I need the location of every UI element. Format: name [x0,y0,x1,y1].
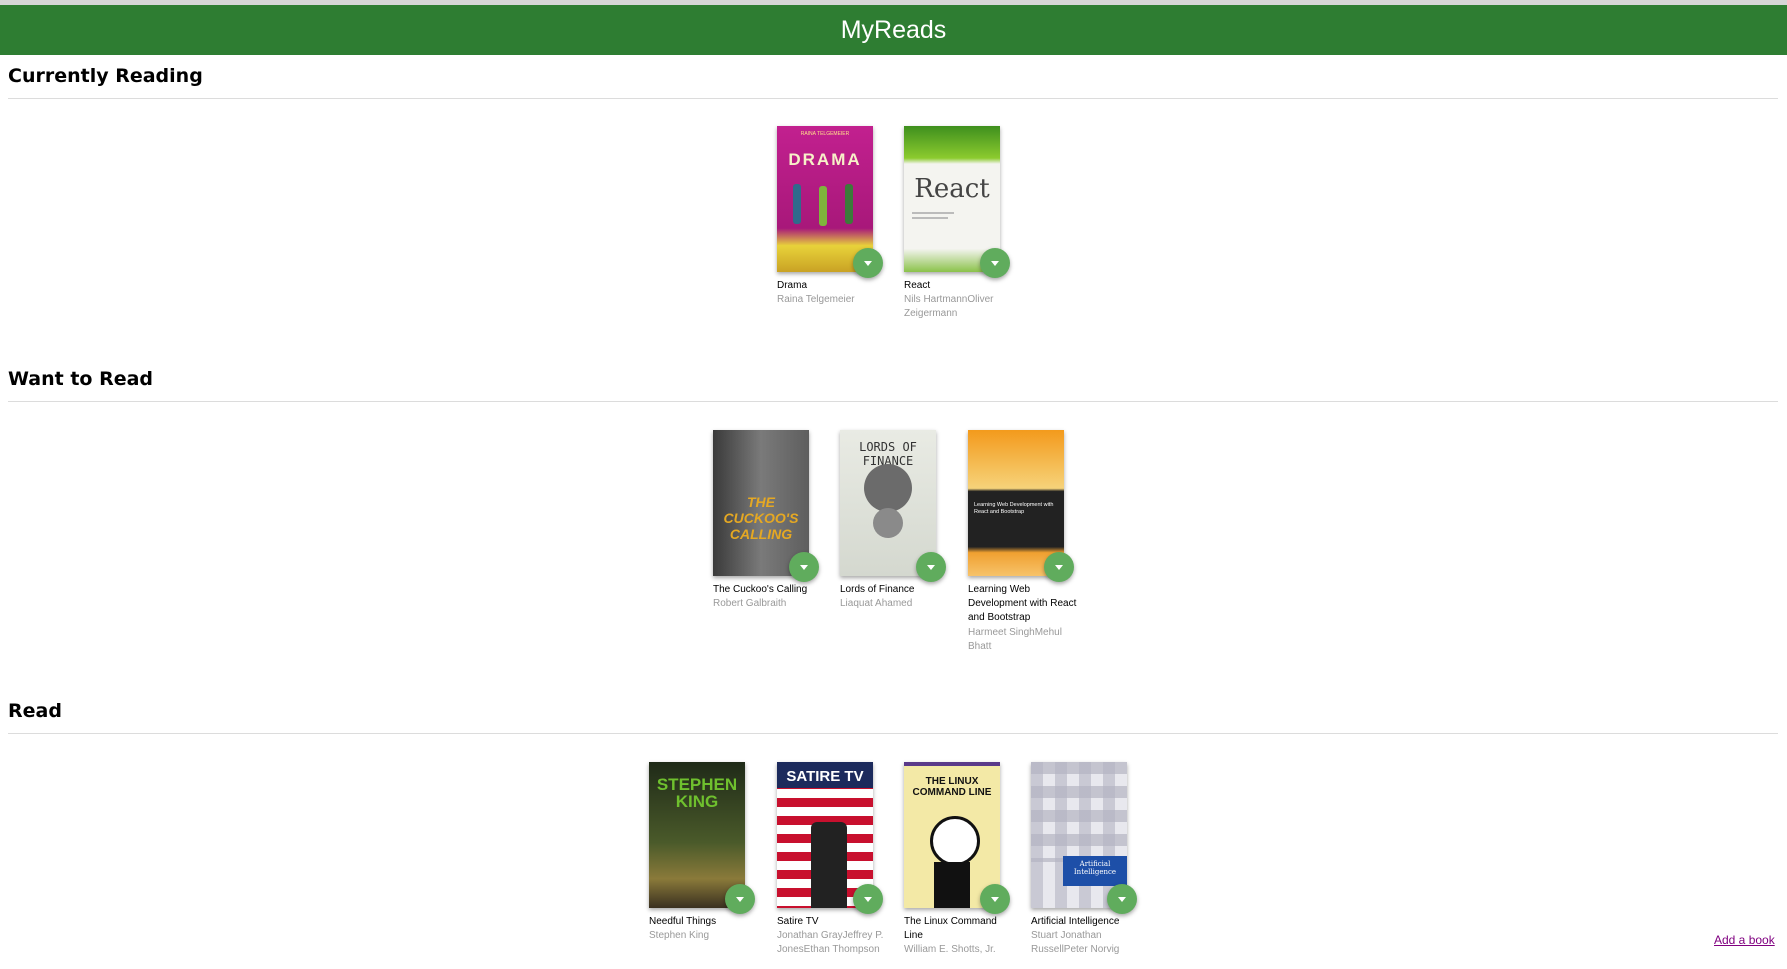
book-authors: Jonathan GrayJeffrey P. JonesEthan Thomp… [777,930,884,955]
shelf-title-read: Read [8,700,62,722]
shelf-changer-button[interactable] [789,552,819,582]
book-title: Needful Things [649,916,717,927]
app-header: MyReads [0,5,1787,55]
shelf-changer-button[interactable] [980,248,1010,278]
book-authors: William E. Shotts, Jr. [904,944,996,955]
book-authors: Stephen King [649,930,710,941]
book-title: The Linux Command Line [904,916,997,941]
shelf-changer-button[interactable] [980,884,1010,914]
shelf-title-currently-reading: Currently Reading [8,65,203,87]
book-authors: Nils HartmannOliver Zeigermann [904,294,994,319]
shelf-divider [8,733,1778,734]
book-authors: Robert Galbraith [713,598,787,609]
app-title: MyReads [840,16,947,44]
shelf-changer-button[interactable] [725,884,755,914]
shelf-changer-button[interactable] [916,552,946,582]
shelf-changer-button[interactable] [853,884,883,914]
book-title: Drama [777,280,808,291]
book-authors: Liaquat Ahamed [840,598,913,609]
shelf-divider [8,401,1778,402]
book-authors: Raina Telgemeier [777,294,855,305]
shelf-changer-button[interactable] [1107,884,1137,914]
book-title: The Cuckoo's Calling [713,584,808,595]
shelf-divider [8,98,1778,99]
book-authors: Stuart Jonathan RussellPeter Norvig [1031,930,1120,955]
shelf-changer-button[interactable] [853,248,883,278]
book-title: Learning Web Development with React and … [968,584,1077,623]
shelf-changer-button[interactable] [1044,552,1074,582]
add-book-link[interactable]: Add a book [1714,933,1775,947]
book-authors: Harmeet SinghMehul Bhatt [968,627,1062,652]
book-title: Lords of Finance [840,584,915,595]
book-title: Artificial Intelligence [1031,916,1120,927]
book-title: React [904,280,931,291]
book-title: Satire TV [777,916,819,927]
shelf-title-want-to-read: Want to Read [8,368,154,390]
